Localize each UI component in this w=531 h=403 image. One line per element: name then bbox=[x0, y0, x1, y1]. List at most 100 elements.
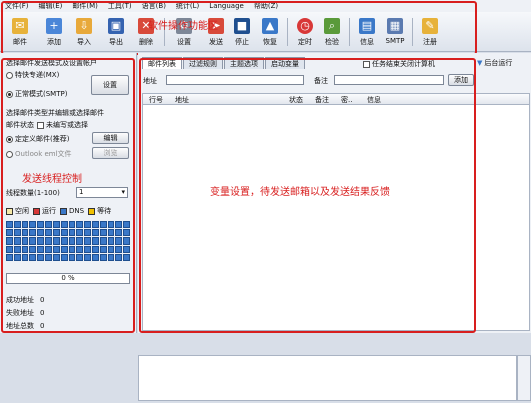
menu-help[interactable]: 帮助(Z) bbox=[249, 1, 283, 11]
total-count: 地址总数 0 bbox=[6, 322, 45, 330]
thread-cell bbox=[107, 253, 115, 261]
send-progress-bar: 0 % bbox=[6, 273, 130, 284]
thread-cell bbox=[68, 245, 76, 253]
menu-language[interactable]: Language bbox=[204, 2, 249, 10]
thread-cell bbox=[52, 245, 60, 253]
mode-settings-button[interactable]: 设置 bbox=[91, 75, 129, 95]
add-address-button[interactable]: 添加 bbox=[448, 74, 474, 86]
thread-count-select[interactable]: 1 ▾ bbox=[76, 187, 128, 198]
thread-cell bbox=[21, 245, 29, 253]
browse-button[interactable]: 浏览 bbox=[92, 147, 129, 159]
mode-special-radio[interactable]: 特快专递(MX) bbox=[6, 70, 59, 80]
thread-cell bbox=[29, 253, 37, 261]
log-scrollbar[interactable] bbox=[517, 355, 531, 401]
thread-cell bbox=[6, 245, 13, 253]
mail-button[interactable]: ✉ 邮件 bbox=[6, 14, 34, 50]
thread-cell bbox=[115, 245, 123, 253]
thread-cell bbox=[84, 237, 91, 245]
thread-cell bbox=[60, 245, 68, 253]
thread-cell bbox=[6, 253, 13, 261]
thread-cell bbox=[115, 221, 123, 229]
menu-language-cn[interactable]: 语言(B) bbox=[137, 1, 171, 11]
thread-cell bbox=[91, 253, 99, 261]
thread-cell bbox=[13, 253, 21, 261]
col-password: 密.. bbox=[341, 96, 353, 104]
thread-cell bbox=[99, 221, 107, 229]
mode-normal-radio[interactable]: 正常模式(SMTP) bbox=[6, 89, 67, 99]
thread-cell bbox=[60, 253, 68, 261]
save-icon: ▣ bbox=[108, 18, 124, 34]
tab-subject-options[interactable]: 主题选项 bbox=[224, 57, 264, 69]
clock-icon: ◷ bbox=[297, 18, 313, 34]
thread-cell bbox=[123, 229, 130, 237]
thread-cell bbox=[115, 253, 123, 261]
thread-cell bbox=[52, 253, 60, 261]
export-button[interactable]: ▣ 导出 bbox=[102, 14, 130, 50]
thread-cell bbox=[68, 237, 76, 245]
remark-input[interactable] bbox=[334, 75, 444, 85]
menu-mail[interactable]: 邮件(M) bbox=[67, 1, 103, 11]
info-button[interactable]: ▤ 信息 bbox=[353, 14, 381, 50]
menu-edit[interactable]: 编辑(E) bbox=[34, 1, 68, 11]
thread-cell bbox=[68, 253, 76, 261]
thread-cell bbox=[123, 237, 130, 245]
thread-cell bbox=[99, 245, 107, 253]
mail-type-title: 选择邮件类型并编辑或选择邮件 bbox=[6, 109, 104, 117]
add-button[interactable]: + 添加 bbox=[40, 14, 68, 50]
thread-cell bbox=[107, 245, 115, 253]
stop-button[interactable]: ■ 停止 bbox=[228, 14, 256, 50]
thread-cell bbox=[21, 221, 29, 229]
log-area[interactable] bbox=[138, 355, 517, 401]
thread-cell bbox=[99, 229, 107, 237]
verify-button[interactable]: ⌕ 检验 bbox=[318, 14, 346, 50]
thread-cell bbox=[76, 253, 84, 261]
magnifier-icon: ⌕ bbox=[324, 18, 340, 34]
thread-cell bbox=[60, 229, 68, 237]
edit-mail-button[interactable]: 编辑 bbox=[92, 132, 129, 144]
main-annotation: 变量设置，待发送邮箱以及发送结果反馈 bbox=[210, 187, 390, 198]
thread-cell bbox=[99, 253, 107, 261]
thread-cell bbox=[91, 221, 99, 229]
tab-mail-list[interactable]: 邮件列表 bbox=[142, 57, 182, 69]
address-input[interactable] bbox=[166, 75, 304, 85]
mail-icon: ✉ bbox=[12, 18, 28, 34]
thread-cell bbox=[115, 229, 123, 237]
thread-cell bbox=[37, 245, 45, 253]
register-button[interactable]: ✎ 注册 bbox=[416, 14, 444, 50]
thread-cell bbox=[84, 245, 91, 253]
check-icon: ▼ bbox=[477, 59, 483, 67]
thread-cell bbox=[68, 221, 76, 229]
thread-cell bbox=[29, 229, 37, 237]
menu-tools[interactable]: 工具(T) bbox=[103, 1, 137, 11]
toolbar-annotation: 软件操作功能区 bbox=[148, 21, 218, 32]
address-list[interactable] bbox=[142, 105, 530, 331]
thread-cell bbox=[37, 237, 45, 245]
import-icon: ⇩ bbox=[76, 18, 92, 34]
col-info: 信息 bbox=[367, 96, 381, 104]
mail-status: 邮件状态 未编写或选择 bbox=[6, 121, 88, 129]
smtp-button[interactable]: ▦ SMTP bbox=[381, 14, 409, 50]
outlook-file-radio[interactable]: Outlook eml文件 bbox=[6, 149, 72, 159]
menu-stats[interactable]: 统计(L) bbox=[171, 1, 204, 11]
thread-cell bbox=[68, 229, 76, 237]
thread-cell bbox=[45, 229, 52, 237]
thread-cell bbox=[37, 221, 45, 229]
tab-filter-rules[interactable]: 过滤规则 bbox=[183, 57, 223, 69]
background-run-checkbox[interactable]: ▼ 后台运行 bbox=[477, 58, 512, 68]
import-button[interactable]: ⇩ 导入 bbox=[70, 14, 98, 50]
thread-cell bbox=[6, 237, 13, 245]
thread-legend: 空闲 运行 DNS 等待 bbox=[6, 206, 111, 216]
custom-mail-radio[interactable]: 定定义邮件(推荐) bbox=[6, 134, 69, 144]
menu-file[interactable]: 文件(F) bbox=[0, 1, 34, 11]
tab-startup-vars[interactable]: 启动变量 bbox=[265, 57, 305, 69]
thread-cell bbox=[21, 253, 29, 261]
shutdown-checkbox[interactable]: 任务结束关闭计算机 bbox=[363, 59, 435, 69]
thread-cell bbox=[123, 245, 130, 253]
resume-button[interactable]: ▲ 恢复 bbox=[256, 14, 284, 50]
thread-cell bbox=[6, 221, 13, 229]
schedule-button[interactable]: ◷ 定时 bbox=[291, 14, 319, 50]
thread-cell bbox=[29, 237, 37, 245]
thread-cell bbox=[76, 221, 84, 229]
list-header: 行号 地址 状态 备注 密.. 信息 bbox=[142, 93, 530, 105]
toolbar: ✉ 邮件 + 添加 ⇩ 导入 ▣ 导出 ✕ 删除 ⚙ 设置 ➤ 发送 ■ 停止 ▲ 恢复 ◷ 定时 … bbox=[0, 12, 531, 52]
